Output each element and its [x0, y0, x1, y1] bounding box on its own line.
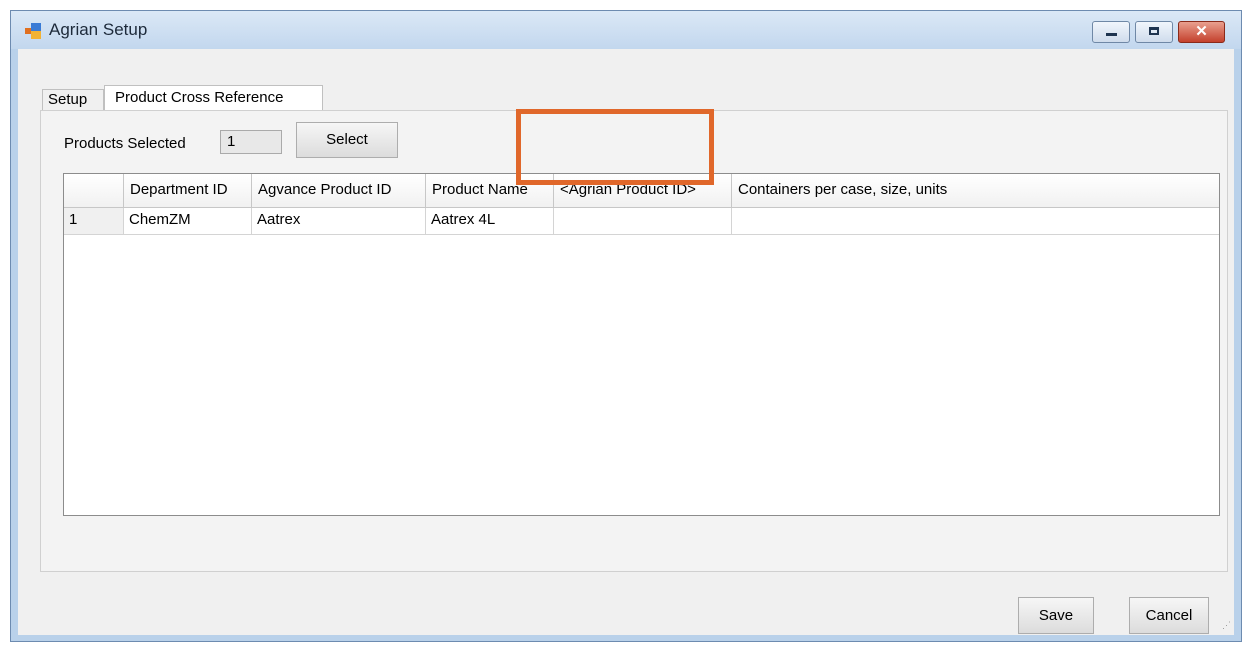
save-button[interactable]: Save [1018, 597, 1094, 634]
tab-product-cross-reference[interactable]: Product Cross Reference [104, 85, 323, 111]
close-icon: ✕ [1195, 23, 1208, 40]
cancel-button[interactable]: Cancel [1129, 597, 1209, 634]
cell-department-id[interactable]: ChemZM [124, 208, 252, 235]
agrian-setup-window: Agrian Setup ✕ Setup Product Cross Refer… [10, 10, 1242, 642]
column-header-containers[interactable]: Containers per case, size, units [732, 174, 1219, 208]
cell-product-name[interactable]: Aatrex 4L [426, 208, 554, 235]
cell-agvance-product-id[interactable]: Aatrex [252, 208, 426, 235]
resize-grip-icon[interactable]: ⋰ [1222, 620, 1231, 631]
product-grid[interactable]: Department ID Agvance Product ID Product… [63, 173, 1220, 516]
minimize-icon [1106, 33, 1117, 36]
minimize-button[interactable] [1092, 21, 1130, 43]
window-title: Agrian Setup [49, 20, 148, 39]
cell-agrian-product-id[interactable] [554, 208, 732, 235]
cell-containers[interactable] [732, 208, 1219, 235]
products-selected-label: Products Selected [64, 135, 186, 152]
tab-setup[interactable]: Setup [42, 89, 104, 111]
maximize-button[interactable] [1135, 21, 1173, 43]
grid-corner-header [64, 174, 124, 208]
app-icon [25, 23, 41, 39]
maximize-icon [1149, 27, 1159, 35]
close-button[interactable]: ✕ [1178, 21, 1225, 43]
title-bar[interactable]: Agrian Setup ✕ [11, 11, 1241, 49]
products-selected-field: 1 [220, 130, 282, 154]
select-button[interactable]: Select [296, 122, 398, 158]
column-header-department-id[interactable]: Department ID [124, 174, 252, 208]
row-header[interactable]: 1 [64, 208, 124, 235]
column-header-agvance-product-id[interactable]: Agvance Product ID [252, 174, 426, 208]
highlight-annotation-box [516, 109, 714, 185]
